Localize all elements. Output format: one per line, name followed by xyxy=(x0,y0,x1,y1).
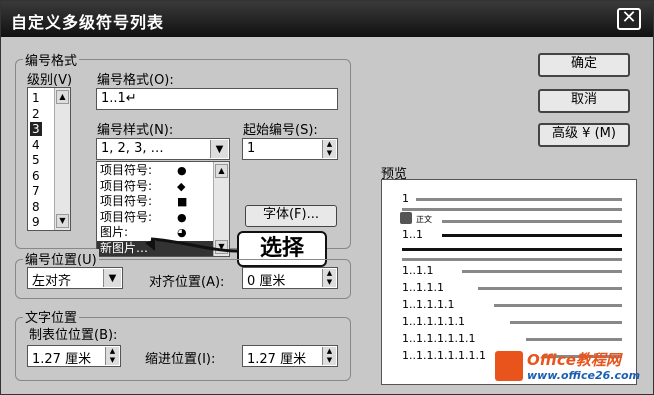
level-item-9[interactable]: 9 xyxy=(30,215,42,229)
preview-line-8: 1..1.1.1.1.1.1.1 xyxy=(402,349,486,362)
chevron-down-icon[interactable]: ▼ xyxy=(210,140,228,158)
preview-text-line xyxy=(402,208,622,211)
font-button[interactable]: 字体(F)... xyxy=(245,205,337,227)
indent-label: 缩进位置(I): xyxy=(145,352,216,367)
tab-stop-input[interactable]: 1.27 厘米 ▲ ▼ xyxy=(27,345,121,367)
format-input[interactable]: 1..1↵ xyxy=(96,88,338,110)
indent-value: 1.27 厘米 xyxy=(247,352,307,367)
preview-line-4: 1..1.1.1 xyxy=(402,281,444,294)
indent-input[interactable]: 1.27 厘米 ▲ ▼ xyxy=(242,345,338,367)
preview-text-line xyxy=(478,287,622,290)
spinner-icon[interactable]: ▲ ▼ xyxy=(322,347,336,365)
dialog-window: 自定义多级符号列表 ✕ 编号格式 级别(V) 1 23 45 67 89 ▲ ▼ 编号格… xyxy=(0,0,654,395)
align-value: 左对齐 xyxy=(32,274,72,289)
align-at-value: 0 厘米 xyxy=(247,274,286,289)
format-label: 编号格式(O): xyxy=(97,73,174,88)
level-label: 级别(V) xyxy=(27,73,73,88)
cancel-button[interactable]: 取消 xyxy=(538,89,630,113)
level-item-6[interactable]: 6 xyxy=(30,169,42,183)
level-item-5[interactable]: 5 xyxy=(30,153,42,167)
dialog-title: 自定义多级符号列表 xyxy=(11,13,165,32)
ok-button[interactable]: 确定 xyxy=(538,53,630,77)
office-logo-icon xyxy=(495,351,523,381)
preview-line-6: 1..1.1.1.1.1 xyxy=(402,315,465,328)
style-option-label: 图片: xyxy=(100,225,129,239)
preview-text-line xyxy=(402,248,622,251)
tab-stop-value: 1.27 厘米 xyxy=(32,352,92,367)
format-value: 1..1↵ xyxy=(101,91,137,106)
style-option[interactable]: 项目符号: ● xyxy=(97,163,213,178)
preview-text-line xyxy=(416,198,622,201)
preview-text-line xyxy=(494,304,622,307)
title-bar: 自定义多级符号列表 ✕ xyxy=(1,1,653,37)
style-option-label: 项目符号: xyxy=(100,209,153,224)
scroll-up-icon[interactable]: ▲ xyxy=(215,164,228,178)
preview-text-line xyxy=(526,338,622,341)
preview-line-3: 1..1.1 xyxy=(402,264,434,277)
tab-stop-label: 制表位位置(B): xyxy=(29,328,118,343)
preview-text-line xyxy=(442,220,622,223)
level-item-3[interactable]: 3 xyxy=(30,122,42,136)
chevron-down-icon[interactable]: ▼ xyxy=(103,269,121,287)
watermark-brand: Office教程网 xyxy=(527,351,621,369)
style-label: 编号样式(N): xyxy=(97,123,174,138)
start-number-input[interactable]: 1 ▲ ▼ xyxy=(242,138,338,160)
style-value: 1, 2, 3, … xyxy=(101,141,164,156)
level-item-4[interactable]: 4 xyxy=(30,138,42,152)
style-option-label: 项目符号: xyxy=(100,163,153,177)
scroll-down-icon[interactable]: ▼ xyxy=(56,214,69,228)
preview-line-2: 1..1 xyxy=(402,228,423,241)
style-option[interactable]: 项目符号: ● xyxy=(97,210,213,225)
bullet-symbol-icon: ● xyxy=(177,164,187,177)
spinner-icon[interactable]: ▲ ▼ xyxy=(105,347,119,365)
close-icon: ✕ xyxy=(621,7,637,28)
preview-text-line xyxy=(462,270,622,273)
style-option[interactable]: 项目符号: ◆ xyxy=(97,179,213,194)
style-option[interactable]: 项目符号: ■ xyxy=(97,194,213,209)
style-option-label: 项目符号: xyxy=(100,194,153,208)
bullet-symbol-icon: ◆ xyxy=(177,179,186,193)
level-listbox[interactable]: 1 23 45 67 89 ▲ ▼ xyxy=(27,87,71,231)
bullet-symbol-icon: ■ xyxy=(177,195,188,208)
align-at-input[interactable]: 0 厘米 ▲ ▼ xyxy=(242,267,338,289)
picture-bullet-icon xyxy=(400,212,412,224)
watermark: Office教程网 www.office26.com xyxy=(495,347,645,391)
number-position-group-label: 编号位置(U) xyxy=(23,249,99,268)
advanced-button[interactable]: 高级 ¥ (M) xyxy=(538,123,630,147)
preview-text-line xyxy=(402,258,622,261)
numbering-format-group-label: 编号格式 xyxy=(23,50,80,69)
style-select[interactable]: 1, 2, 3, … ▼ xyxy=(96,138,230,160)
preview-text-line xyxy=(442,234,622,237)
level-item-1[interactable]: 1 xyxy=(30,91,42,105)
level-item-7[interactable]: 7 xyxy=(30,184,42,198)
watermark-url: www.office26.com xyxy=(527,369,641,382)
level-item-2[interactable]: 2 xyxy=(30,107,42,121)
spinner-icon[interactable]: ▲ ▼ xyxy=(322,140,336,158)
preview-line-7: 1..1.1.1.1.1.1 xyxy=(402,332,476,345)
preview-line-1: 1 xyxy=(402,192,409,205)
close-button[interactable]: ✕ xyxy=(617,8,641,30)
level-scrollbar[interactable]: ▲ ▼ xyxy=(54,88,70,230)
dialog-body: 编号格式 级别(V) 123456789 ▲ ▼ 编号格式(O): 1..1↵ … xyxy=(1,37,653,394)
preview-line-5: 1..1.1.1.1 xyxy=(402,298,455,311)
level-item-8[interactable]: 8 xyxy=(30,200,42,214)
spinner-icon[interactable]: ▲ ▼ xyxy=(322,269,336,287)
align-select[interactable]: 左对齐 ▼ xyxy=(27,267,123,289)
style-option-label: 项目符号: xyxy=(100,178,153,193)
preview-text-line xyxy=(510,321,622,324)
start-label: 起始编号(S): xyxy=(243,123,318,138)
preview-body-text: 正文 xyxy=(416,215,432,224)
start-value: 1 xyxy=(247,141,256,156)
align-at-label: 对齐位置(A): xyxy=(149,275,225,290)
scroll-up-icon[interactable]: ▲ xyxy=(56,90,69,104)
bullet-symbol-icon: ● xyxy=(177,210,187,224)
